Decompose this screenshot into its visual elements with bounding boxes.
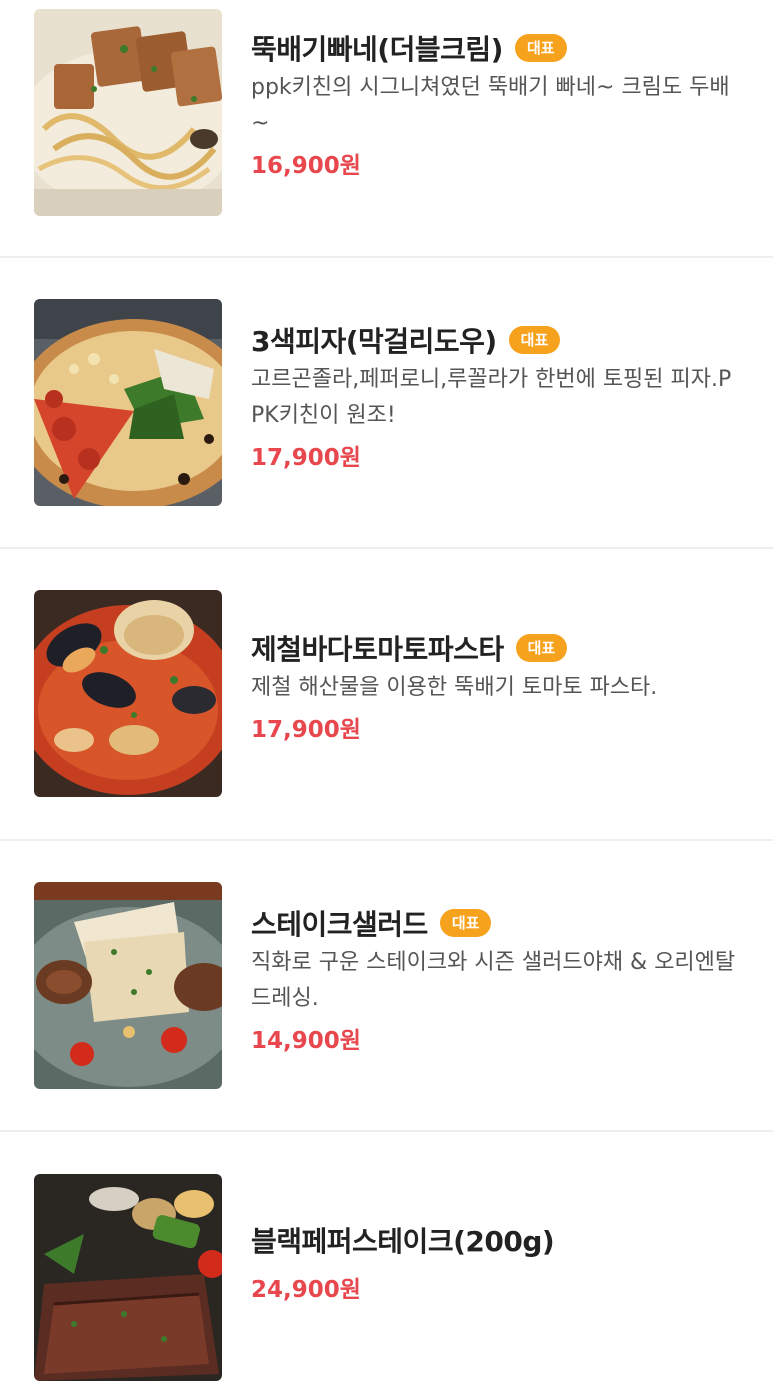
menu-item-price: 14,900원 (251, 1028, 361, 1054)
steak-salad-photo (34, 882, 222, 1089)
menu-item-name: 뚝배기빠네(더블크림) (251, 33, 503, 66)
pepper-steak-photo (34, 1174, 222, 1381)
title-row: 3색피자(막걸리도우) 대표 (251, 320, 741, 360)
menu-item[interactable]: 3색피자(막걸리도우) 대표 고르곤졸라,페퍼로니,루꼴라가 한번에 토핑된 피… (0, 258, 773, 549)
title-row: 블랙페퍼스테이크(200g) (251, 1220, 741, 1260)
menu-item-info: 3색피자(막걸리도우) 대표 고르곤졸라,페퍼로니,루꼴라가 한번에 토핑된 피… (251, 320, 741, 472)
signature-badge: 대표 (514, 34, 567, 62)
menu-item-description: 직화로 구운 스테이크와 시즌 샐러드야채 & 오리엔탈 드레싱. (251, 950, 736, 1011)
menu-item-name: 스테이크샐러드 (251, 908, 428, 941)
signature-badge: 대표 (439, 909, 492, 937)
menu-item-info: 블랙페퍼스테이크(200g) 24,900원 (251, 1220, 741, 1304)
menu-item-description: 고르곤졸라,페퍼로니,루꼴라가 한번에 토핑된 피자.PPK키친이 원조! (251, 367, 732, 428)
title-row: 제철바다토마토파스타 대표 (251, 628, 741, 668)
menu-item-price: 16,900원 (251, 153, 361, 179)
title-row: 스테이크샐러드 대표 (251, 903, 741, 943)
seafood-pasta-photo (34, 590, 222, 797)
menu-item-info: 제철바다토마토파스타 대표 제철 해산물을 이용한 뚝배기 토마토 파스타. 1… (251, 628, 741, 744)
menu-item-name: 블랙페퍼스테이크(200g) (251, 1225, 555, 1258)
menu-item-price: 17,900원 (251, 445, 361, 471)
menu-list: 뚝배기빠네(더블크림) 대표 ppk키친의 시그니쳐였던 뚝배기 빠네~ 크림도… (0, 0, 773, 1394)
title-row: 뚝배기빠네(더블크림) 대표 (251, 28, 741, 68)
menu-item[interactable]: 블랙페퍼스테이크(200g) 24,900원 (0, 1132, 773, 1394)
menu-item-description: 제철 해산물을 이용한 뚝배기 토마토 파스타. (251, 675, 658, 700)
menu-item-info: 스테이크샐러드 대표 직화로 구운 스테이크와 시즌 샐러드야채 & 오리엔탈 … (251, 903, 741, 1055)
menu-item-name: 3색피자(막걸리도우) (251, 325, 497, 358)
menu-item-info: 뚝배기빠네(더블크림) 대표 ppk키친의 시그니쳐였던 뚝배기 빠네~ 크림도… (251, 28, 741, 180)
signature-badge: 대표 (515, 634, 568, 662)
menu-item-price: 17,900원 (251, 717, 361, 743)
signature-badge: 대표 (508, 326, 561, 354)
menu-item-name: 제철바다토마토파스타 (251, 633, 504, 666)
menu-item[interactable]: 뚝배기빠네(더블크림) 대표 ppk키친의 시그니쳐였던 뚝배기 빠네~ 크림도… (0, 0, 773, 258)
menu-item[interactable]: 스테이크샐러드 대표 직화로 구운 스테이크와 시즌 샐러드야채 & 오리엔탈 … (0, 841, 773, 1132)
cream-pasta-photo (34, 9, 222, 216)
pizza-photo (34, 299, 222, 506)
menu-item-price: 24,900원 (251, 1277, 361, 1303)
menu-item[interactable]: 제철바다토마토파스타 대표 제철 해산물을 이용한 뚝배기 토마토 파스타. 1… (0, 549, 773, 841)
menu-item-description: ppk키친의 시그니쳐였던 뚝배기 빠네~ 크림도 두배~ (251, 75, 730, 136)
